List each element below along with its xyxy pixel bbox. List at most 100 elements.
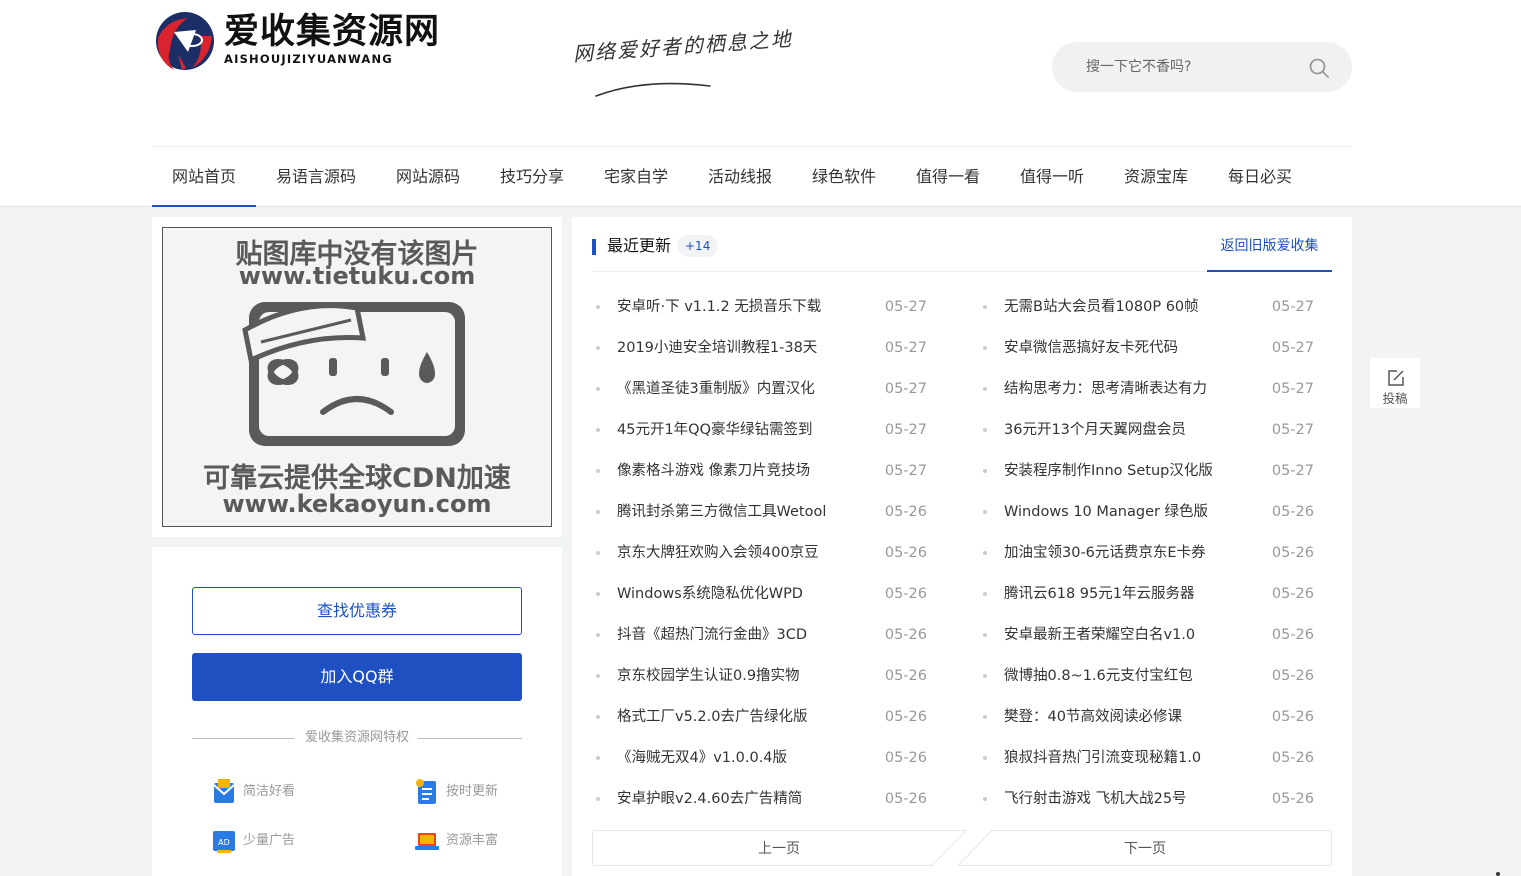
prev-page-button[interactable]: 上一页: [592, 830, 966, 866]
post-item[interactable]: 安卓微信恶搞好友卡死代码 05-27: [979, 336, 1314, 360]
post-title[interactable]: 安装程序制作Inno Setup汉化版: [1004, 459, 1213, 483]
post-title[interactable]: 京东校园学生认证0.9撸实物: [617, 664, 800, 688]
post-title[interactable]: 安卓微信恶搞好友卡死代码: [1004, 336, 1178, 360]
submit-post-button[interactable]: 投稿: [1370, 358, 1420, 408]
post-item[interactable]: 樊登：40节高效阅读必修课 05-26: [979, 705, 1314, 729]
post-item[interactable]: 安装程序制作Inno Setup汉化版 05-27: [979, 459, 1314, 483]
post-item[interactable]: 格式工厂v5.2.0去广告绿化版 05-26: [592, 705, 927, 729]
post-date: 05-26: [884, 750, 927, 766]
document-icon: [416, 779, 436, 804]
ad-icon: AD: [213, 831, 235, 853]
post-item[interactable]: 《海贼无双4》v1.0.0.4版 05-26: [592, 746, 927, 770]
nav-item-website-source[interactable]: 网站源码: [388, 147, 468, 207]
nav-item-tips[interactable]: 技巧分享: [492, 147, 572, 207]
post-item[interactable]: 抖音《超热门流行金曲》3CD 05-26: [592, 623, 927, 647]
post-title[interactable]: 京东大牌狂欢购入会领400京豆: [617, 541, 819, 565]
post-title[interactable]: 像素格斗游戏 像素刀片竞技场: [617, 459, 810, 483]
nav-item-green-software[interactable]: 绿色软件: [804, 147, 884, 207]
join-qq-group-button[interactable]: 加入QQ群: [192, 653, 522, 701]
ad-line-4: www.kekaoyun.com: [222, 490, 492, 518]
svg-text:AD: AD: [218, 838, 230, 847]
old-version-link[interactable]: 返回旧版爱收集: [1207, 227, 1332, 272]
nav-item-eyuyan-source[interactable]: 易语言源码: [268, 147, 364, 207]
nav-item-daily-buy[interactable]: 每日必买: [1220, 147, 1300, 207]
bullet-dot: [596, 633, 600, 637]
post-title[interactable]: 樊登：40节高效阅读必修课: [1004, 705, 1182, 729]
post-item[interactable]: 《黑道圣徒3重制版》内置汉化 05-27: [592, 377, 927, 401]
post-title[interactable]: 2019小迪安全培训教程1-38天: [617, 336, 817, 360]
post-item[interactable]: 安卓护眼v2.4.60去广告精简 05-26: [592, 787, 927, 811]
post-item[interactable]: 安卓听·下 v1.1.2 无损音乐下载 05-27: [592, 295, 927, 319]
slogan-text: 网络爱好者的栖息之地: [572, 26, 794, 66]
find-coupon-button[interactable]: 查找优惠券: [192, 587, 522, 635]
post-item[interactable]: 像素格斗游戏 像素刀片竞技场 05-27: [592, 459, 927, 483]
post-item[interactable]: 无需B站大会员看1080P 60帧 05-27: [979, 295, 1314, 319]
bullet-dot: [596, 674, 600, 678]
post-title[interactable]: 《海贼无双4》v1.0.0.4版: [617, 746, 787, 770]
bullet-dot: [596, 756, 600, 760]
ad-card: 贴图库中没有该图片 www.tietuku.com 可靠云提供全球CDN加速 w…: [152, 217, 562, 537]
main-nav: 网站首页 易语言源码 网站源码 技巧分享 宅家自学 活动线报 绿色软件 值得一看…: [152, 146, 1352, 207]
logo-subtitle: AISHOUJIZIYUANWANG: [224, 52, 393, 66]
nav-item-deals[interactable]: 活动线报: [700, 147, 780, 207]
post-title[interactable]: 格式工厂v5.2.0去广告绿化版: [617, 705, 807, 729]
post-date: 05-26: [1271, 791, 1314, 807]
post-title[interactable]: 安卓最新王者荣耀空白名v1.0: [1004, 623, 1195, 647]
post-title[interactable]: 36元开13个月天翼网盘会员: [1004, 418, 1186, 442]
nav-item-home[interactable]: 网站首页: [152, 147, 256, 207]
post-title[interactable]: 45元开1年QQ豪华绿钻需签到: [617, 418, 813, 442]
post-date: 05-27: [1271, 381, 1314, 397]
post-item[interactable]: Windows 10 Manager 绿色版 05-26: [979, 500, 1314, 524]
laptop-icon: [415, 833, 439, 850]
post-title[interactable]: 结构思考力：思考清晰表达有力: [1004, 377, 1207, 401]
search-box: [1052, 42, 1352, 92]
post-title[interactable]: 加油宝领30-6元话费京东E卡券: [1004, 541, 1206, 565]
search-input[interactable]: [1086, 54, 1306, 80]
post-title[interactable]: 腾讯封杀第三方微信工具Wetool: [617, 500, 826, 524]
post-title[interactable]: 安卓护眼v2.4.60去广告精简: [617, 787, 802, 811]
post-title[interactable]: 微博抽0.8~1.6元支付宝红包: [1004, 664, 1193, 688]
post-item[interactable]: 45元开1年QQ豪华绿钻需签到 05-27: [592, 418, 927, 442]
post-title[interactable]: 抖音《超热门流行金曲》3CD: [617, 623, 807, 647]
bullet-dot: [596, 428, 600, 432]
nav-item-resource-vault[interactable]: 资源宝库: [1116, 147, 1196, 207]
feature-label: 资源丰富: [446, 833, 499, 848]
post-item[interactable]: 腾讯云618 95元1年云服务器 05-26: [979, 582, 1314, 606]
nav-item-worth-watching[interactable]: 值得一看: [908, 147, 988, 207]
nav-item-self-study[interactable]: 宅家自学: [596, 147, 676, 207]
post-date: 05-26: [884, 504, 927, 520]
bullet-dot: [596, 510, 600, 514]
post-item[interactable]: 36元开13个月天翼网盘会员 05-27: [979, 418, 1314, 442]
post-date: 05-26: [1271, 586, 1314, 602]
post-item[interactable]: 微博抽0.8~1.6元支付宝红包 05-26: [979, 664, 1314, 688]
post-item[interactable]: 加油宝领30-6元话费京东E卡券 05-26: [979, 541, 1314, 565]
post-title[interactable]: 安卓听·下 v1.1.2 无损音乐下载: [617, 295, 821, 319]
post-title[interactable]: Windows 10 Manager 绿色版: [1004, 500, 1208, 524]
post-title[interactable]: 无需B站大会员看1080P 60帧: [1004, 295, 1199, 319]
post-title[interactable]: Windows系统隐私优化WPD: [617, 582, 803, 606]
site-header: 爱收集资源网 AISHOUJIZIYUANWANG 网络爱好者的栖息之地 网站首…: [0, 0, 1521, 207]
next-page-button[interactable]: 下一页: [958, 830, 1332, 866]
post-item[interactable]: 2019小迪安全培训教程1-38天 05-27: [592, 336, 927, 360]
bullet-dot: [983, 387, 987, 391]
post-item[interactable]: 腾讯封杀第三方微信工具Wetool 05-26: [592, 500, 927, 524]
tab-latest-updates[interactable]: 最近更新: [607, 235, 671, 257]
post-item[interactable]: 京东校园学生认证0.9撸实物 05-26: [592, 664, 927, 688]
search-icon[interactable]: [1308, 57, 1330, 79]
post-title[interactable]: 飞行射击游戏 飞机大战25号: [1004, 787, 1187, 811]
site-logo[interactable]: 爱收集资源网 AISHOUJIZIYUANWANG: [152, 8, 442, 78]
ad-image-placeholder[interactable]: 贴图库中没有该图片 www.tietuku.com 可靠云提供全球CDN加速 w…: [162, 227, 552, 527]
post-item[interactable]: Windows系统隐私优化WPD 05-26: [592, 582, 927, 606]
bullet-dot: [596, 715, 600, 719]
post-title[interactable]: 腾讯云618 95元1年云服务器: [1004, 582, 1194, 606]
nav-item-worth-listening[interactable]: 值得一听: [1012, 147, 1092, 207]
post-item[interactable]: 结构思考力：思考清晰表达有力 05-27: [979, 377, 1314, 401]
post-item[interactable]: 狼叔抖音热门引流变现秘籍1.0 05-26: [979, 746, 1314, 770]
post-title[interactable]: 《黑道圣徒3重制版》内置汉化: [617, 377, 815, 401]
corner-dot: [1496, 872, 1500, 876]
post-title[interactable]: 狼叔抖音热门引流变现秘籍1.0: [1004, 746, 1201, 770]
post-item[interactable]: 飞行射击游戏 飞机大战25号 05-26: [979, 787, 1314, 811]
privilege-title: 爱收集资源网特权: [304, 730, 409, 745]
post-item[interactable]: 京东大牌狂欢购入会领400京豆 05-26: [592, 541, 927, 565]
post-item[interactable]: 安卓最新王者荣耀空白名v1.0 05-26: [979, 623, 1314, 647]
